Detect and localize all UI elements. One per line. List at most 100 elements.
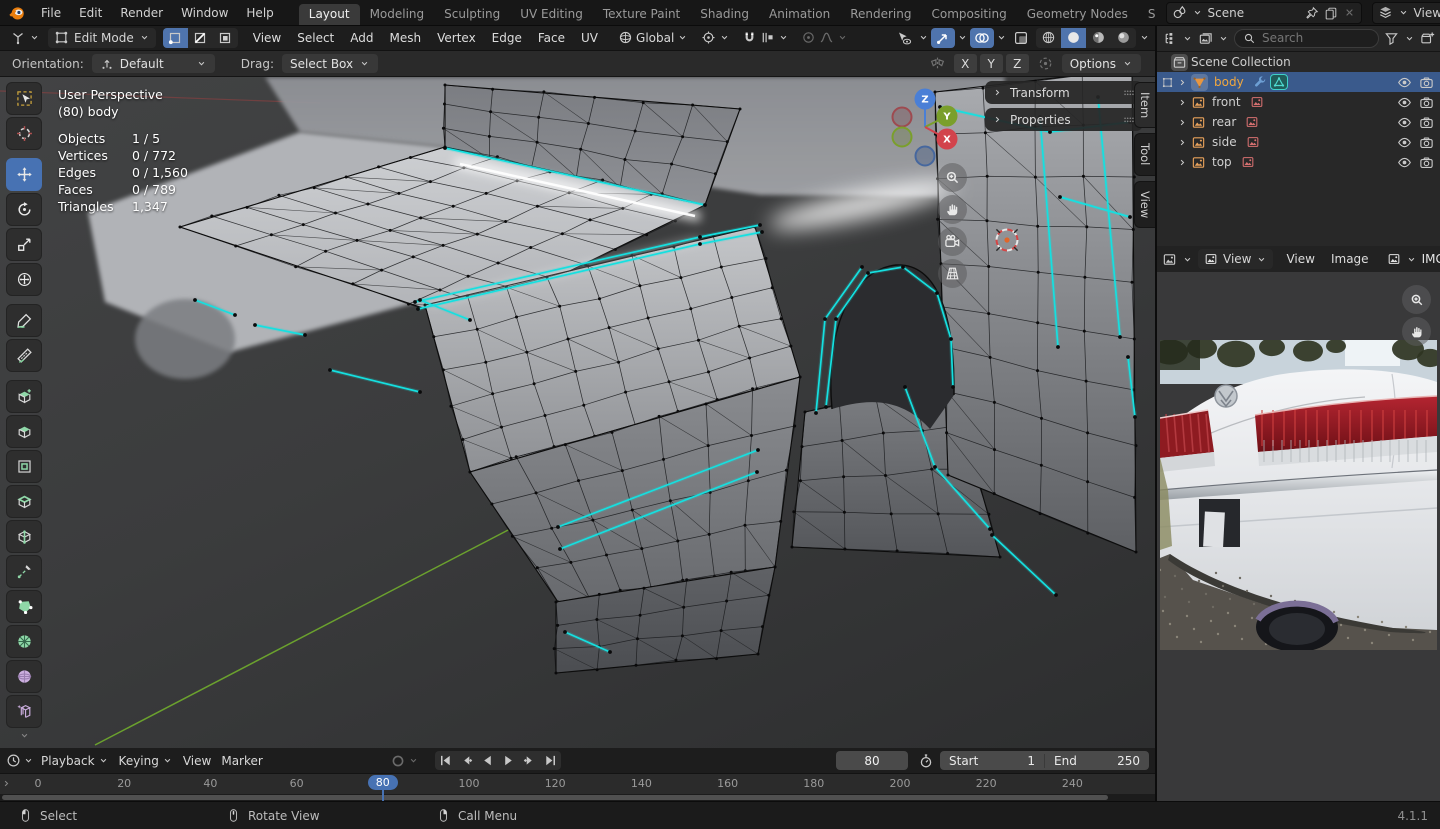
image-canvas[interactable] [1157,272,1440,801]
timeline-menu-view[interactable]: View [178,754,216,768]
image-datablock-icon[interactable] [1387,252,1401,266]
shading-solid-button[interactable] [1061,27,1086,48]
tool-bevel-button[interactable] [6,485,42,518]
image-data-icon[interactable] [1245,115,1259,129]
workspace-tab-geometry-nodes[interactable]: Geometry Nodes [1017,4,1138,25]
nav-hand-button[interactable] [938,195,967,224]
falloff-sphere-icon[interactable] [1037,55,1054,72]
viewport-menu-face[interactable]: Face [530,31,573,45]
snap-dropdown[interactable] [737,30,794,45]
face-mode-button[interactable] [213,28,238,48]
object-name[interactable]: body [1214,75,1244,89]
edge-mode-button[interactable] [188,28,213,48]
play-button[interactable] [498,751,519,770]
tool-tweak-select-button[interactable] [6,82,42,115]
tool-spin-button[interactable] [6,625,42,658]
chev-icon[interactable] [918,32,929,43]
tool-transform-button[interactable] [6,263,42,296]
workspace-tab-sculpting[interactable]: Sculpting [434,4,510,25]
tool-inset-faces-button[interactable] [6,450,42,483]
tool-rotate-button[interactable] [6,193,42,226]
image-mode-dropdown[interactable]: View [1198,249,1274,269]
filter-icon[interactable] [1384,31,1399,46]
viewport-menu-mesh[interactable]: Mesh [382,31,430,45]
image-editor-icon[interactable] [1162,252,1177,267]
chevr-icon[interactable] [1177,157,1188,168]
image-datablock-name[interactable]: IMG [1422,252,1440,266]
chevr-icon[interactable] [1177,97,1188,108]
tool-loop-cut-button[interactable] [6,520,42,553]
gizmos-button[interactable] [931,27,955,48]
next-keyframe-button[interactable] [519,751,540,770]
n-panel-tab-item[interactable]: Item [1134,82,1155,129]
chevron-down-icon[interactable] [1218,33,1229,44]
duplicate-icon[interactable] [1324,6,1338,20]
shading-wireframe-button[interactable] [1036,28,1061,48]
outliner-item-side[interactable]: side [1157,132,1440,152]
camera-icon[interactable] [1419,95,1434,110]
n-panel-tab-view[interactable]: View [1134,180,1155,228]
outliner-item-body[interactable]: body [1157,72,1440,92]
chev-icon[interactable] [957,32,968,43]
show-gizmo-button[interactable] [892,28,916,48]
scene-name[interactable]: Scene [1208,6,1300,20]
previous-keyframe-button[interactable] [456,751,477,770]
tool-cursor-button[interactable] [6,117,42,150]
timeline-menu-keying[interactable]: Keying [114,754,178,768]
chevron-down-icon[interactable] [1182,33,1193,44]
outliner-item-rear[interactable]: rear [1157,112,1440,132]
camera-icon[interactable] [1419,135,1434,150]
options-dropdown[interactable]: Options [1061,54,1141,73]
mode-dropdown[interactable]: Edit Mode [48,27,156,48]
menu-render[interactable]: Render [111,1,172,25]
object-name[interactable]: side [1212,135,1237,149]
wrench-icon[interactable] [1253,75,1267,89]
shading-rendered-button[interactable] [1111,28,1136,48]
overlays-button[interactable] [970,27,994,48]
tool-annotate-button[interactable] [6,304,42,337]
nav-grid-button[interactable] [938,259,967,288]
chevr-icon[interactable] [1177,137,1188,148]
chevron-right-icon[interactable] [1,778,12,789]
stopwatch-icon[interactable] [918,753,934,769]
outliner-editor-icon[interactable] [1162,31,1177,46]
end-frame-field[interactable]: End 250 [1044,753,1149,768]
viewport-3d[interactable]: User Perspective (80) body Objects 1 / 5V… [0,77,1155,748]
search-input[interactable] [1262,31,1370,45]
workspace-tab-s[interactable]: S [1138,4,1166,25]
blender-logo-icon[interactable] [8,4,26,22]
viewport-menu-edge[interactable]: Edge [484,31,530,45]
viewlayer-name[interactable]: ViewLayer [1414,6,1440,20]
chevron-down-icon[interactable] [408,755,419,766]
image-menu-view[interactable]: View [1278,252,1322,266]
outliner-item-top[interactable]: top [1157,152,1440,172]
tool-measure-button[interactable] [6,339,42,372]
jump-to-end-button[interactable] [540,751,561,770]
navigation-gizmo[interactable]: Z Y X [878,82,973,170]
auto-keying-icon[interactable] [390,753,406,769]
workspace-tab-compositing[interactable]: Compositing [921,4,1016,25]
pin-icon[interactable] [1305,6,1319,20]
camera-icon[interactable] [1419,115,1434,130]
eye-icon[interactable] [1397,95,1412,110]
viewport-menu-add[interactable]: Add [342,31,381,45]
timeline-ruler[interactable]: 0 20 40 60 100 120 140 160 180 200 220 240 80 [0,774,1155,801]
chev-icon[interactable] [996,32,1007,43]
close-icon[interactable] [1343,6,1356,19]
menu-window[interactable]: Window [172,1,237,25]
mirror-icon[interactable] [929,55,946,72]
chevron-down-icon[interactable] [1182,254,1193,265]
tool-rip-region-button[interactable] [6,695,42,728]
camera-icon[interactable] [1419,155,1434,170]
tool-move-button[interactable] [6,158,42,191]
shading-material-button[interactable] [1086,28,1111,48]
chevron-down-icon[interactable] [1406,254,1417,265]
workspace-tab-uv-editing[interactable]: UV Editing [510,4,593,25]
n-panel-transform[interactable]: Transform [985,81,1143,104]
tool-poly-build-button[interactable] [6,590,42,623]
collection-row[interactable]: Scene Collection [1157,52,1440,72]
timeline-menu-playback[interactable]: Playback [36,754,114,768]
viewlayer-selector[interactable]: ViewLayer [1371,1,1440,24]
transform-orientation-dropdown[interactable]: Global [613,30,693,45]
nav-camera-button[interactable] [938,227,967,256]
